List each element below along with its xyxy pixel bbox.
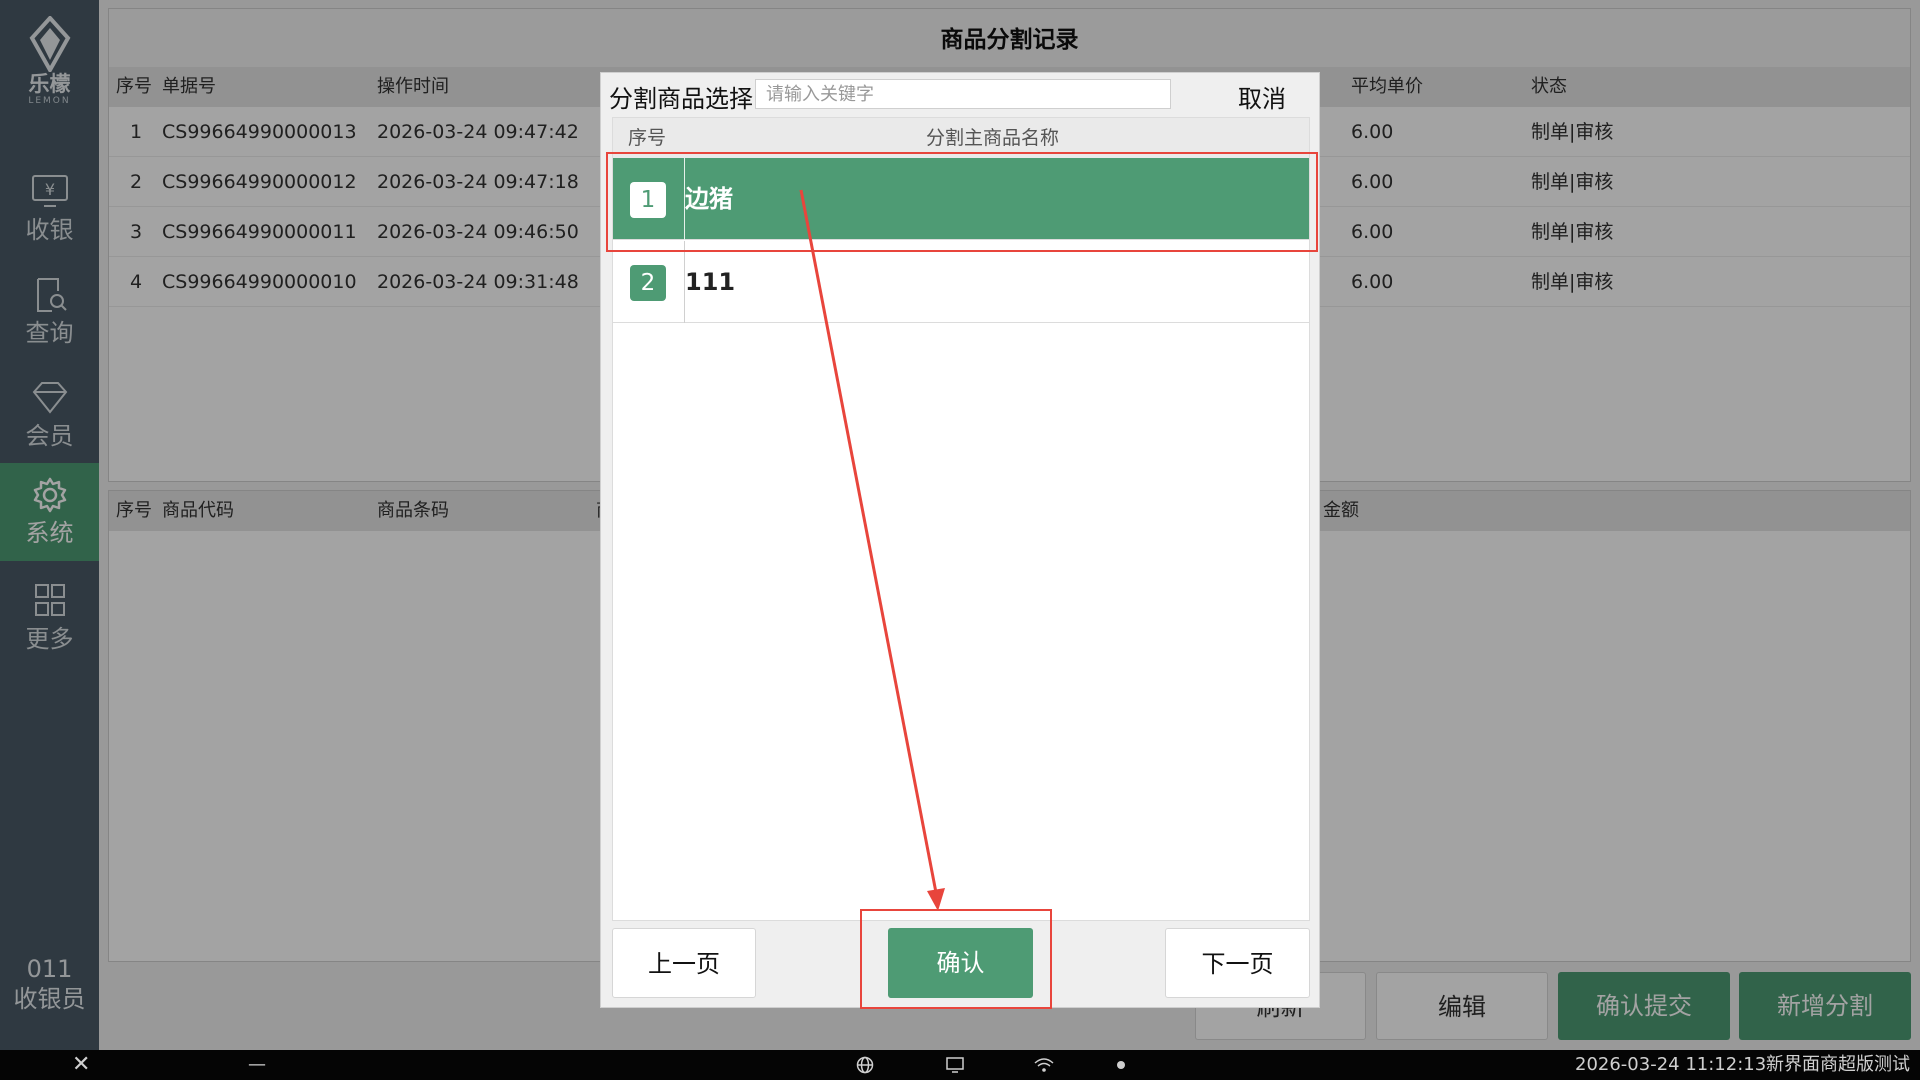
monitor-icon[interactable] — [945, 1056, 965, 1074]
minimize-icon[interactable]: — — [248, 1050, 266, 1080]
list-item-index-cell: 2 — [613, 241, 685, 323]
next-page-button[interactable]: 下一页 — [1165, 928, 1310, 998]
globe-icon[interactable] — [856, 1056, 874, 1074]
search-input[interactable] — [755, 79, 1171, 109]
close-icon[interactable]: ✕ — [72, 1050, 90, 1080]
highlight-box-selected-item — [606, 152, 1318, 252]
index-badge: 2 — [630, 265, 666, 301]
prev-page-button[interactable]: 上一页 — [612, 928, 756, 998]
status-dot-icon — [1117, 1061, 1125, 1069]
list-item[interactable]: 2 111 — [613, 241, 1309, 323]
product-name: 111 — [685, 268, 736, 296]
status-bar: ✕ — 2026-03-24 11:12:13 新界面商超版测试 — [0, 1050, 1920, 1080]
dialog-title: 分割商品选择 — [609, 85, 753, 113]
highlight-box-confirm — [860, 909, 1052, 1009]
wifi-icon[interactable] — [1033, 1056, 1055, 1074]
store-name: 新界面商超版测试 — [1766, 1054, 1910, 1075]
datetime: 2026-03-24 11:12:13 — [1575, 1054, 1767, 1075]
cancel-button[interactable]: 取消 — [1221, 79, 1303, 119]
